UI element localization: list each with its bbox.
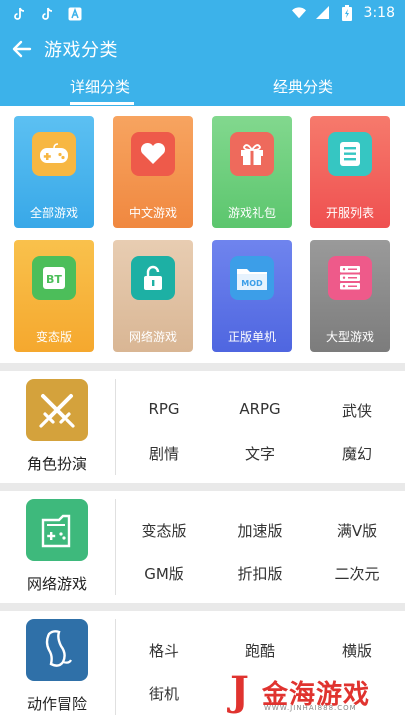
section-title: 网络游戏 (26, 575, 87, 593)
gamepad-icon (32, 132, 76, 176)
tag-gm[interactable]: GM版 (116, 563, 212, 584)
tag-anime[interactable]: 二次元 (309, 563, 405, 584)
tag-wuxia[interactable]: 武侠 (309, 400, 405, 421)
section-title: 角色扮演 (26, 455, 87, 473)
divider (0, 603, 405, 611)
category-label: 正版单机 (227, 330, 276, 344)
tag-accelerated[interactable]: 加速版 (212, 520, 308, 541)
status-time: 3:18 (363, 5, 395, 21)
divider (0, 483, 405, 491)
gift-icon (230, 132, 274, 176)
category-server-list[interactable]: 开服列表 (310, 116, 390, 228)
category-grid: 全部游戏 中文游戏 游戏礼包 开服列表 BT 变态版 网络游戏 MOD 正版单机… (0, 106, 405, 363)
tag-fighting[interactable]: 格斗 (116, 640, 212, 661)
section-role-playing: 角色扮演 RPG ARPG 武侠 剧情 文字 魔幻 (0, 371, 405, 483)
category-modified-version[interactable]: BT 变态版 (14, 240, 94, 352)
category-large-games[interactable]: 大型游戏 (310, 240, 390, 352)
heart-icon (131, 132, 175, 176)
category-all-games[interactable]: 全部游戏 (14, 116, 94, 228)
tiktok-notification-icon (40, 6, 54, 22)
category-label: 全部游戏 (29, 206, 78, 220)
status-bar: 3:18 (0, 0, 405, 30)
tag-fantasy[interactable]: 魔幻 (309, 443, 405, 464)
battery-charging-icon (340, 5, 354, 21)
tag-rpg[interactable]: RPG (116, 400, 212, 418)
active-tab-indicator (70, 102, 134, 105)
foot-icon[interactable] (26, 619, 88, 681)
section-title: 动作冒险 (26, 695, 87, 713)
console-device-icon[interactable] (26, 499, 88, 561)
category-label: 变态版 (35, 330, 72, 344)
divider (0, 363, 405, 371)
watermark-logo: J 金海游戏 WWW.JINHAI888.COM (230, 672, 400, 718)
category-label: 开服列表 (325, 206, 374, 220)
category-label: 中文游戏 (128, 206, 177, 220)
tag-text[interactable]: 文字 (212, 443, 308, 464)
unlock-icon (131, 256, 175, 300)
tiktok-notification-icon (12, 6, 26, 22)
crossed-swords-icon[interactable] (26, 379, 88, 441)
mod-folder-icon: MOD (230, 256, 274, 300)
tag-arpg[interactable]: ARPG (212, 400, 308, 418)
watermark-url: WWW.JINHAI888.COM (264, 704, 357, 712)
tag-max-vip[interactable]: 满V版 (309, 520, 405, 541)
tag-arcade[interactable]: 街机 (116, 683, 212, 704)
svg-text:MOD: MOD (241, 279, 263, 288)
category-official-standalone[interactable]: MOD 正版单机 (212, 240, 292, 352)
category-online-games[interactable]: 网络游戏 (113, 240, 193, 352)
tag-side-scrolling[interactable]: 横版 (309, 640, 405, 661)
app-store-notification-icon (68, 6, 82, 22)
category-label: 网络游戏 (128, 330, 177, 344)
tag-parkour[interactable]: 跑酷 (212, 640, 308, 661)
signal-icon (315, 5, 330, 21)
category-label: 大型游戏 (325, 330, 374, 344)
watermark-mark: J (230, 668, 249, 715)
tag-modified[interactable]: 变态版 (116, 520, 212, 541)
tab-classic-categories[interactable]: 经典分类 (273, 76, 333, 97)
svg-text:BT: BT (46, 273, 62, 286)
tab-detailed-categories[interactable]: 详细分类 (70, 76, 130, 97)
app-bar: 游戏分类 (0, 30, 405, 68)
category-chinese-games[interactable]: 中文游戏 (113, 116, 193, 228)
category-label: 游戏礼包 (227, 206, 276, 220)
section-online-games: 网络游戏 变态版 加速版 满V版 GM版 折扣版 二次元 (0, 491, 405, 603)
category-game-gifts[interactable]: 游戏礼包 (212, 116, 292, 228)
tag-discount[interactable]: 折扣版 (212, 563, 308, 584)
server-list-icon (328, 132, 372, 176)
tag-story[interactable]: 剧情 (116, 443, 212, 464)
bt-icon: BT (32, 256, 76, 300)
page-title: 游戏分类 (44, 40, 118, 61)
tab-bar: 详细分类 经典分类 (0, 68, 405, 106)
back-arrow-icon[interactable] (8, 35, 36, 63)
server-rack-icon (328, 256, 372, 300)
wifi-icon (291, 5, 306, 21)
